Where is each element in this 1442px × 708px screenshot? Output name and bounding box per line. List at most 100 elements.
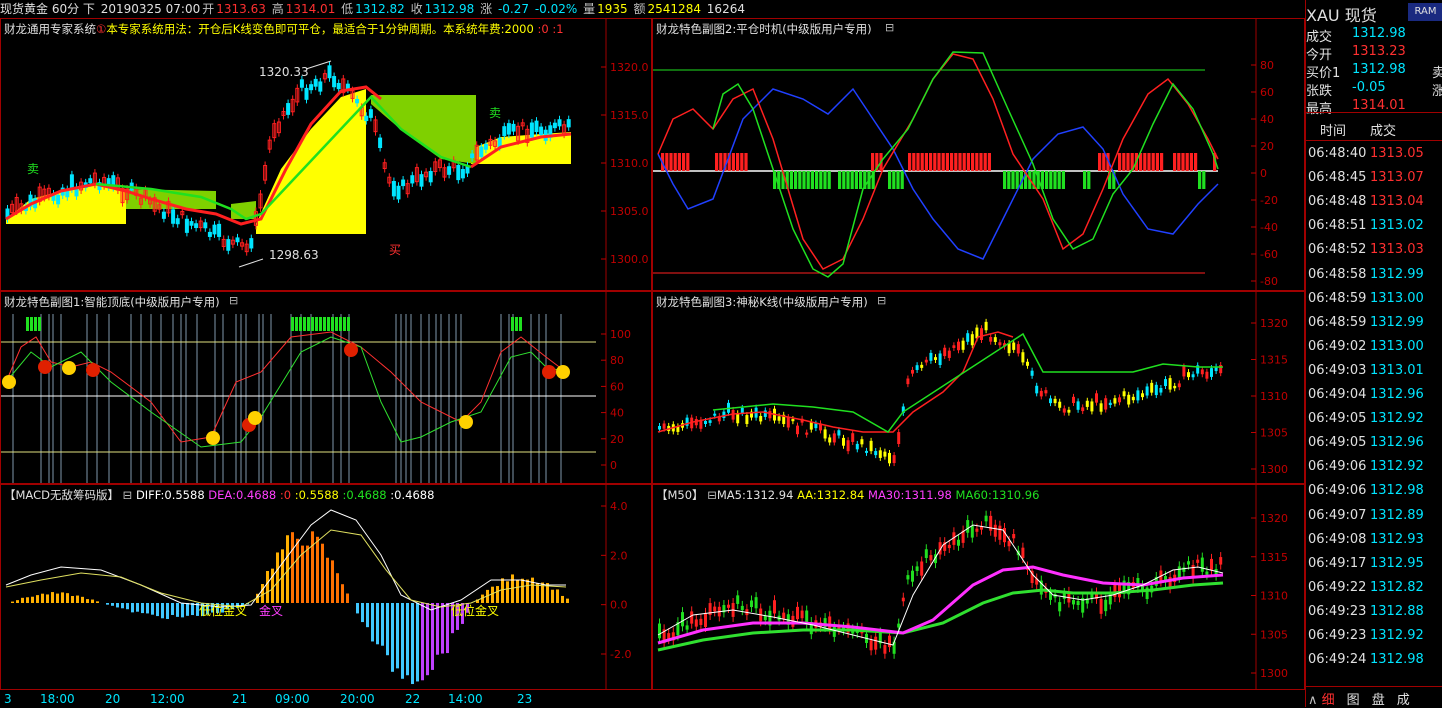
ma-chart-svg: 1320 1315 1310 1305 1300 — [657, 485, 1288, 689]
tick-time: 06:49:07 — [1308, 507, 1367, 523]
tick-price: 1313.00 — [1370, 290, 1424, 306]
tick-time: 06:48:48 — [1308, 194, 1367, 210]
high-price-mark: 1320.33 — [259, 65, 309, 79]
time-axis-label: 20:00 — [340, 692, 375, 706]
axis-tick-label: 1310.0 — [610, 157, 649, 170]
axis-tick-label: 2.0 — [610, 549, 628, 562]
tick-price: 1312.95 — [1370, 555, 1424, 571]
tick-price: 1312.93 — [1370, 531, 1424, 547]
sub2-panel[interactable]: 80 60 40 20 0 -20 -40 -60 -80 财龙特色副图2:平仓时机(中级版用户… — [652, 18, 1305, 291]
signal-ball-icon — [62, 361, 76, 375]
axis-tick-label: -60 — [1260, 248, 1278, 261]
axis-tick-label: 80 — [610, 354, 624, 367]
collapse-icon[interactable]: ⊟ — [877, 294, 886, 307]
tick-time: 06:48:59 — [1308, 314, 1367, 330]
axis-tick-label: 0 — [610, 459, 617, 472]
sub2-panel-title: 财龙特色副图2:平仓时机(中级版用户专用) — [656, 22, 872, 36]
macd-chart-svg: 4.0 2.0 0.0 -2.0 — [5, 485, 631, 689]
side-tab-0[interactable]: 细 — [1322, 693, 1335, 708]
signal-ball-icon — [542, 365, 556, 379]
axis-tick-label: 1300 — [1260, 463, 1288, 476]
collapse-icon[interactable]: ⊟ — [707, 488, 717, 502]
golden-cross-label: 金叉 — [259, 604, 284, 618]
tick-time: 06:49:17 — [1308, 555, 1367, 571]
low-value: 1312.82 — [355, 2, 405, 16]
tick-time: 06:49:03 — [1308, 362, 1367, 378]
side-tab-2[interactable]: 盘 — [1372, 693, 1385, 708]
main-chart-panel[interactable]: 1320.0 1315.0 1310.0 1305.0 1300.0 财龙通用专家系统①… — [0, 18, 652, 291]
quote-value: 1313.23 — [1352, 44, 1406, 59]
high-value: 1314.01 — [285, 2, 336, 16]
close-label: 收 — [410, 2, 423, 16]
ma5-value: MA5:1312.94 — [716, 488, 794, 502]
bar-date: 20190325 07:00 — [100, 2, 201, 16]
time-axis-label: 14:00 — [448, 692, 483, 706]
sub1-panel[interactable]: 100 80 60 40 20 0 财龙特色副图1:智能顶底(中级版用户专用) ⊟ — [0, 291, 652, 484]
tick-time: 06:48:40 — [1308, 146, 1367, 161]
tick-price: 1312.92 — [1370, 459, 1424, 475]
time-axis-label: 3 — [4, 692, 12, 706]
collapse-icon[interactable]: ⊟ — [229, 294, 238, 307]
axis-tick-label: 20 — [1260, 140, 1274, 153]
axis-tick-label: -2.0 — [610, 648, 631, 661]
axis-tick-label: 80 — [1260, 59, 1274, 72]
macd-diff: DIFF:0.5588 — [135, 488, 205, 502]
sell-signal: 卖 — [489, 106, 502, 120]
macd-panel[interactable]: 4.0 2.0 0.0 -2.0 【MACD无敌筹码版】 ⊟ DIFF:0.5588 … — [0, 484, 652, 690]
change-label: 涨 — [480, 2, 493, 16]
quote-label: 张跌 — [1306, 84, 1333, 99]
tick-price: 1312.98 — [1370, 483, 1424, 499]
tick-price: 1312.82 — [1370, 579, 1424, 595]
tick-price: 1312.96 — [1370, 387, 1424, 402]
sub3-candles — [658, 318, 1223, 467]
ma60-line — [657, 581, 1224, 652]
side-symbol-type: 现货 — [1344, 6, 1377, 25]
time-axis-label: 22 — [405, 692, 421, 706]
axis-tick-label: 1310 — [1260, 390, 1288, 403]
main-panel-title: 财龙通用专家系统①本专家系统用法：开仓后K线变色即可平仓，最适合于1分钟周期。本… — [4, 21, 564, 37]
sell-signal: 卖 — [27, 162, 40, 176]
axis-tick-label: -20 — [1260, 194, 1278, 207]
quote-value: 1312.98 — [1352, 26, 1406, 41]
axis-tick-label: 1320 — [1260, 512, 1288, 525]
amount-label: 额 — [633, 2, 646, 16]
tick-price: 1312.88 — [1370, 603, 1424, 619]
side-tab-1[interactable]: 图 — [1347, 693, 1360, 708]
symbol-period[interactable]: 现货黄金 60分 下 — [0, 2, 95, 16]
main-chart-svg: 1320.0 1315.0 1310.0 1305.0 1300.0 — [5, 19, 649, 290]
collapse-icon[interactable]: ⊟ — [885, 21, 894, 34]
ma-panel[interactable]: 1320 1315 1310 1305 1300 【M50】 ⊟MA5:1312.94 … — [652, 484, 1305, 690]
high-label: 高 — [271, 2, 284, 16]
change-value: -0.27 — [497, 2, 529, 16]
sub1-vlines — [12, 314, 562, 483]
tick-price: 1312.92 — [1370, 411, 1424, 427]
golden-cross-label: 低位金叉 — [451, 604, 500, 618]
ram-badge[interactable]: RAM — [1408, 3, 1442, 21]
tick-price: 1313.04 — [1370, 194, 1424, 210]
ma30-value: MA30:1311.98 — [868, 488, 952, 502]
low-label: 低 — [341, 2, 354, 16]
tick-time: 06:48:52 — [1308, 242, 1367, 258]
scroll-up-icon[interactable]: ∧ — [1308, 693, 1322, 708]
axis-tick-label: 1305 — [1260, 628, 1288, 641]
tick-price: 1313.00 — [1370, 338, 1424, 354]
amount-value: 2541284 — [647, 2, 701, 16]
time-axis-label: 21 — [232, 692, 248, 706]
quote-value: 1312.98 — [1352, 62, 1406, 77]
tick-price: 1313.02 — [1370, 218, 1424, 234]
quote-label: 成交 — [1306, 30, 1333, 45]
buy-signal: 买 — [389, 243, 402, 257]
side-tab-3[interactable]: 成 — [1397, 693, 1410, 708]
signal-ball-icon — [86, 363, 100, 377]
macd-v0: :0 — [279, 488, 292, 502]
tick-time: 06:49:02 — [1308, 338, 1367, 354]
sub2-chart-svg: 80 60 40 20 0 -20 -40 -60 -80 — [653, 19, 1278, 290]
signal-ball-icon — [556, 365, 570, 379]
tick-time: 06:49:05 — [1308, 435, 1367, 451]
signal-ball-icon — [2, 375, 16, 389]
sub3-panel[interactable]: 1320 1315 1310 1305 1300 财龙特色副图3:神秘K线(中级版用户专… — [652, 291, 1305, 484]
collapse-icon[interactable]: ⊟ — [123, 488, 133, 502]
axis-tick-label: 40 — [1260, 113, 1274, 126]
axis-tick-label: 60 — [1260, 86, 1274, 99]
side-symbol-code: XAU — [1306, 6, 1340, 25]
